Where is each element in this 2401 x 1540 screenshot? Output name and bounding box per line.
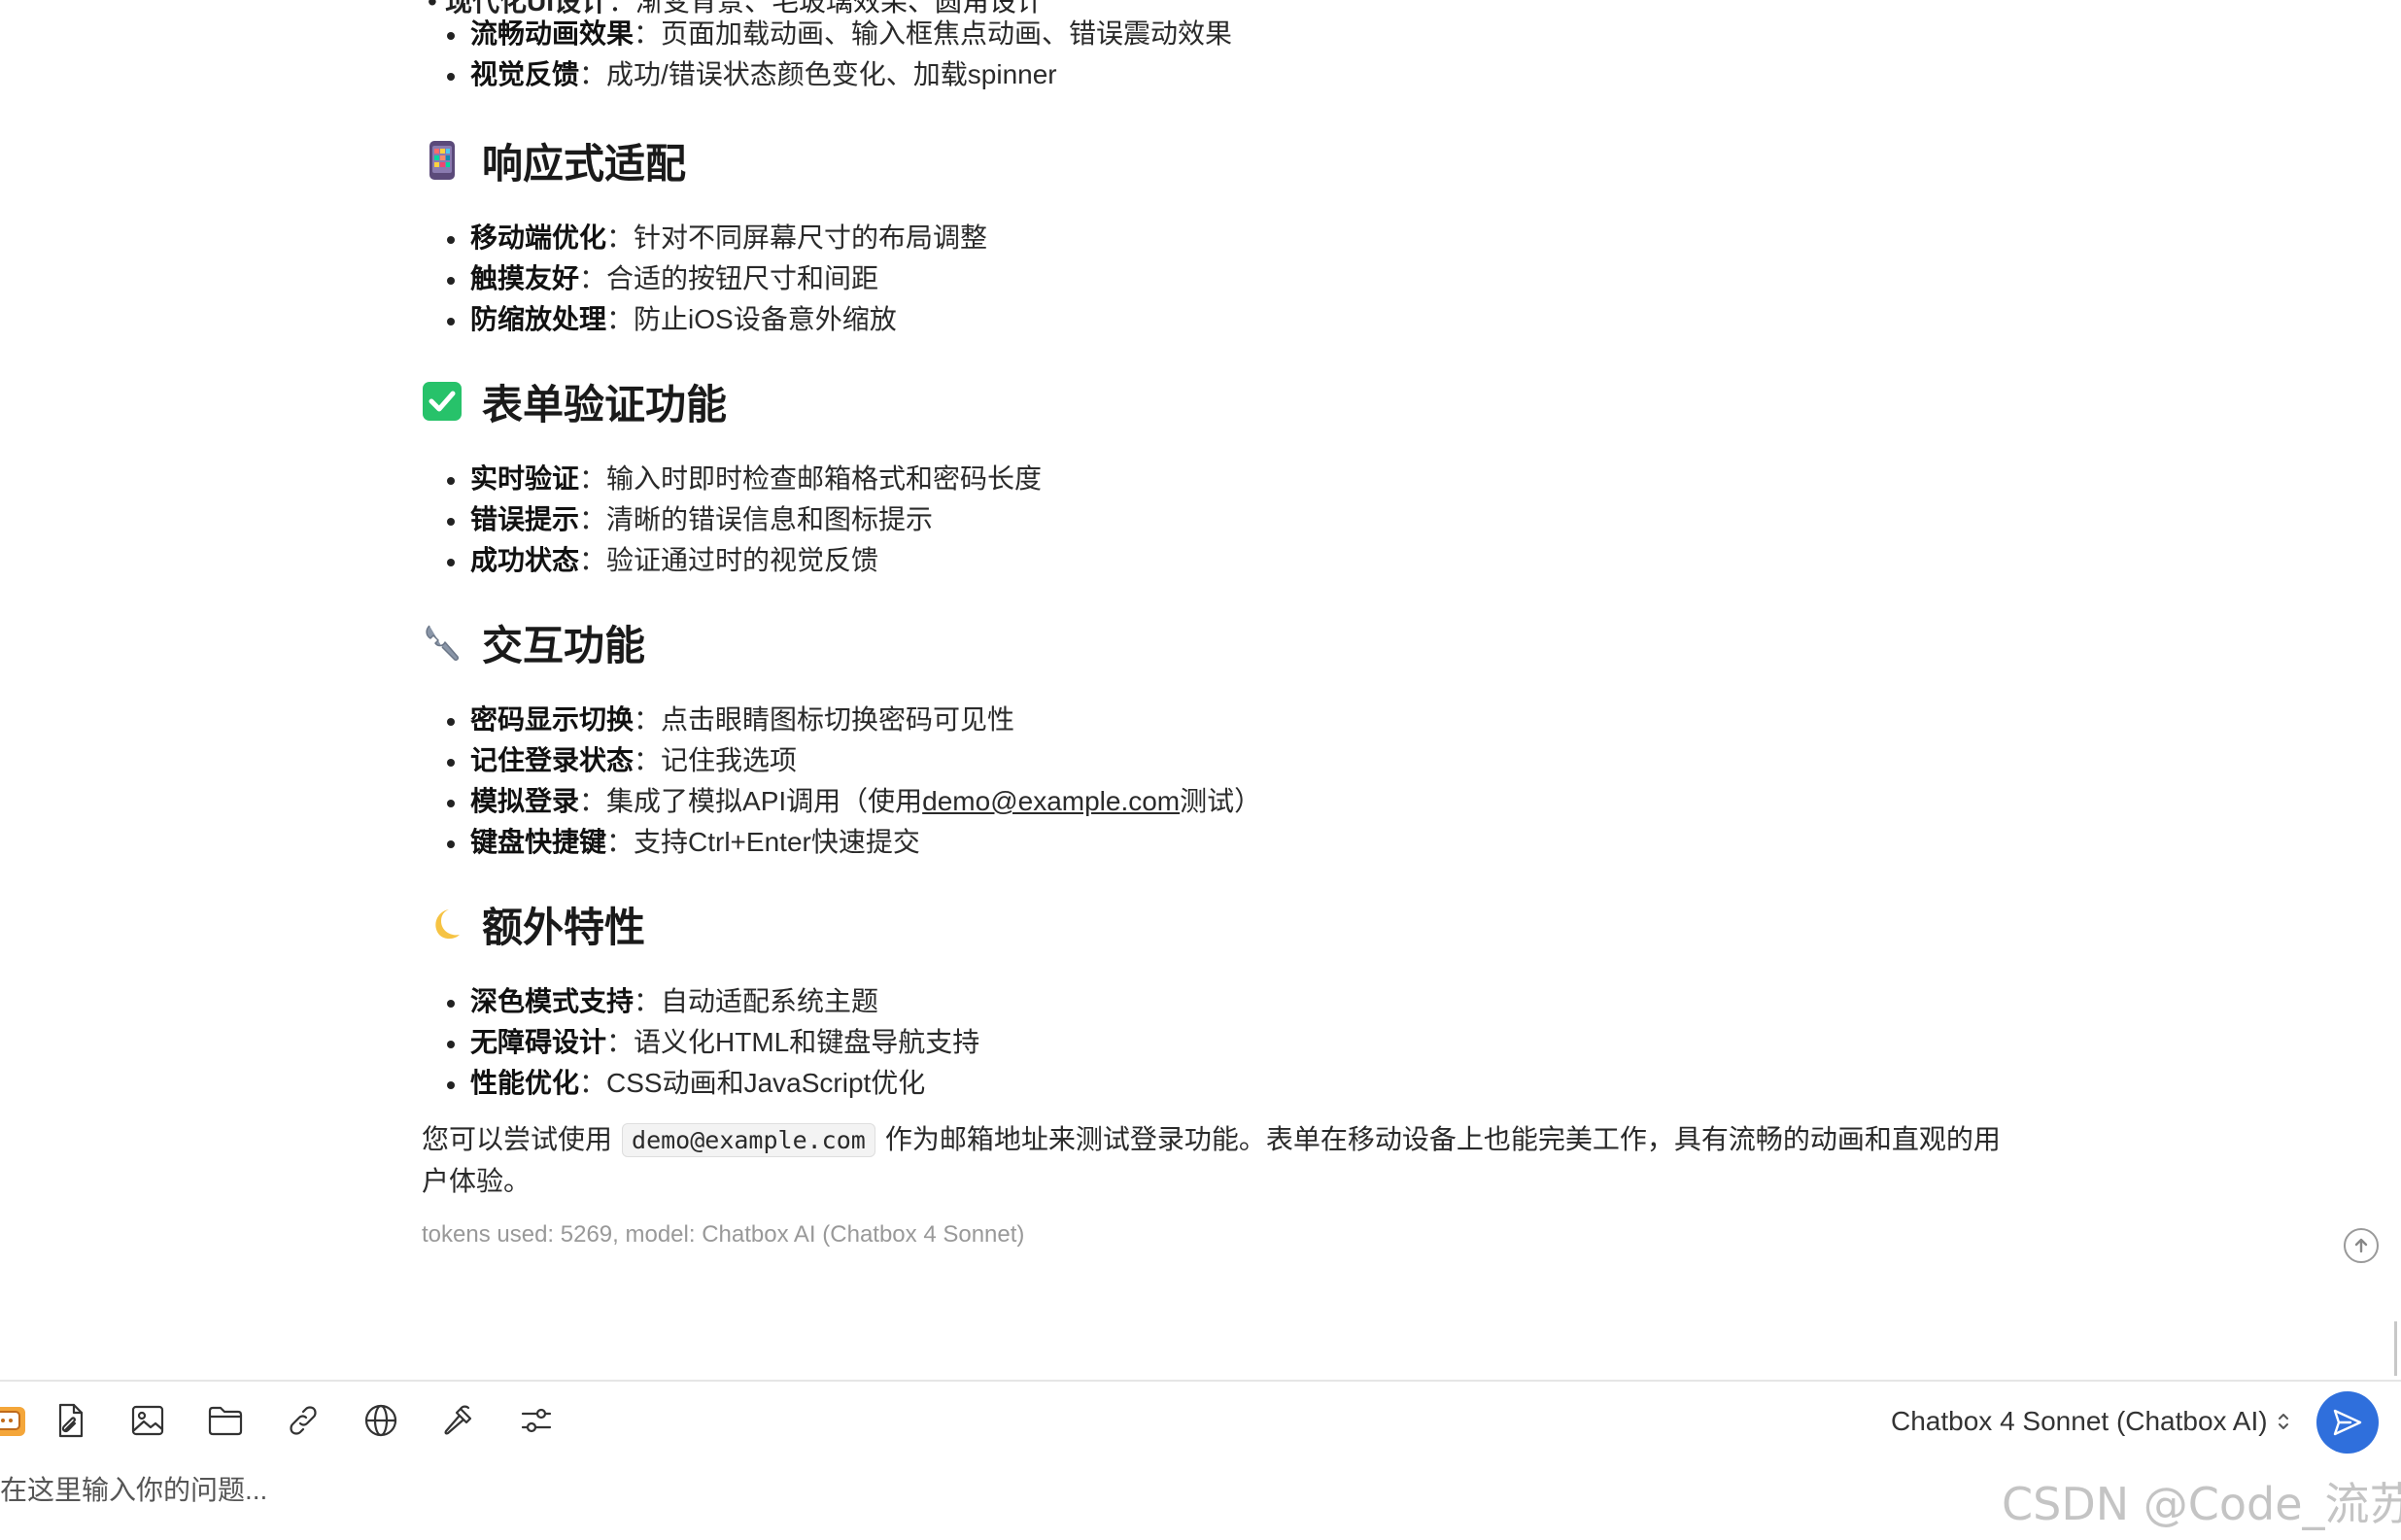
input-divider bbox=[0, 1380, 2401, 1382]
list-item: 键盘快捷键：支持Ctrl+Enter快速提交 bbox=[422, 822, 2015, 863]
section-heading-responsive: 响应式适配 bbox=[422, 126, 2015, 194]
attach-file-icon[interactable] bbox=[31, 1391, 109, 1450]
list-item: 无障碍设计：语义化HTML和键盘导航支持 bbox=[422, 1022, 2015, 1063]
input-toolbar bbox=[0, 1391, 575, 1450]
wrench-icon bbox=[422, 622, 463, 663]
list-item: 错误提示：清晰的错误信息和图标提示 bbox=[422, 499, 2015, 540]
settings-sliders-icon[interactable] bbox=[497, 1391, 575, 1450]
scroll-to-top-button[interactable] bbox=[2344, 1228, 2379, 1263]
chevron-updown-icon bbox=[2276, 1409, 2291, 1434]
feature-list: 密码显示切换：点击眼睛图标切换密码可见性 记住登录状态：记住我选项 模拟登录：集… bbox=[422, 700, 2015, 863]
list-item: 触摸友好：合适的按钮尺寸和间距 bbox=[422, 258, 2015, 299]
arrow-up-icon bbox=[2354, 1238, 2368, 1253]
globe-icon[interactable] bbox=[342, 1391, 420, 1450]
list-item: 实时验证：输入时即时检查邮箱格式和密码长度 bbox=[422, 459, 2015, 499]
feature-list: 移动端优化：针对不同屏幕尺寸的布局调整 触摸友好：合适的按钮尺寸和间距 防缩放处… bbox=[422, 218, 2015, 340]
email-link[interactable]: demo@example.com bbox=[922, 786, 1180, 816]
section-title: 响应式适配 bbox=[482, 140, 687, 187]
list-item: 密码显示切换：点击眼睛图标切换密码可见性 bbox=[422, 700, 2015, 740]
send-button[interactable] bbox=[2316, 1391, 2379, 1454]
list-item-partial: 现代化UI设计：渐变背景、毛玻璃效果、圆角设计 bbox=[428, 0, 1044, 21]
chat-input[interactable] bbox=[0, 1469, 1846, 1512]
feature-list: 实时验证：输入时即时检查邮箱格式和密码长度 错误提示：清晰的错误信息和图标提示 … bbox=[422, 459, 2015, 581]
watermark: CSDN @Code_流苏 bbox=[2002, 1478, 2401, 1530]
link-icon[interactable] bbox=[264, 1391, 342, 1450]
chatbox-app-icon[interactable] bbox=[0, 1391, 31, 1450]
top-feature-list: 流畅动画效果：页面加载动画、输入框焦点动画、错误震动效果 视觉反馈：成功/错误状… bbox=[422, 14, 2015, 95]
list-item: 防缩放处理：防止iOS设备意外缩放 bbox=[422, 299, 2015, 340]
list-item: 记住登录状态：记住我选项 bbox=[422, 740, 2015, 781]
token-usage-info: tokens used: 5269, model: Chatbox AI (Ch… bbox=[422, 1221, 1025, 1248]
send-icon bbox=[2333, 1409, 2362, 1436]
list-item: 视觉反馈：成功/错误状态颜色变化、加载spinner bbox=[422, 54, 2015, 95]
section-title: 交互功能 bbox=[482, 622, 646, 668]
section-title: 表单验证功能 bbox=[482, 381, 728, 428]
inline-code: demo@example.com bbox=[622, 1123, 875, 1157]
list-item: 性能优化：CSS动画和JavaScript优化 bbox=[422, 1063, 2015, 1104]
list-item: 模拟登录：集成了模拟API调用（使用demo@example.com测试） bbox=[422, 781, 2015, 822]
model-selector[interactable]: Chatbox 4 Sonnet (Chatbox AI) bbox=[1891, 1399, 2291, 1444]
section-heading-interaction: 交互功能 bbox=[422, 608, 2015, 676]
image-icon[interactable] bbox=[109, 1391, 187, 1450]
model-label: Chatbox 4 Sonnet (Chatbox AI) bbox=[1891, 1406, 2268, 1436]
section-title: 额外特性 bbox=[482, 904, 646, 950]
section-heading-extra: 额外特性 bbox=[422, 890, 2015, 958]
mobile-phone-icon bbox=[422, 140, 463, 181]
feature-list: 深色模式支持：自动适配系统主题 无障碍设计：语义化HTML和键盘导航支持 性能优… bbox=[422, 981, 2015, 1104]
scrollbar-thumb[interactable] bbox=[2394, 1321, 2397, 1376]
list-item: 成功状态：验证通过时的视觉反馈 bbox=[422, 540, 2015, 581]
assistant-message: 流畅动画效果：页面加载动画、输入框焦点动画、错误震动效果 视觉反馈：成功/错误状… bbox=[422, 0, 2015, 1249]
folder-icon[interactable] bbox=[187, 1391, 264, 1450]
list-item: 深色模式支持：自动适配系统主题 bbox=[422, 981, 2015, 1022]
section-heading-validation: 表单验证功能 bbox=[422, 367, 2015, 435]
hammer-icon[interactable] bbox=[420, 1391, 497, 1450]
closing-paragraph: 您可以尝试使用 demo@example.com 作为邮箱地址来测试登录功能。表单在… bbox=[422, 1123, 2001, 1196]
check-mark-icon bbox=[422, 381, 463, 422]
list-item: 移动端优化：针对不同屏幕尺寸的布局调整 bbox=[422, 218, 2015, 258]
crescent-moon-icon bbox=[422, 904, 463, 944]
